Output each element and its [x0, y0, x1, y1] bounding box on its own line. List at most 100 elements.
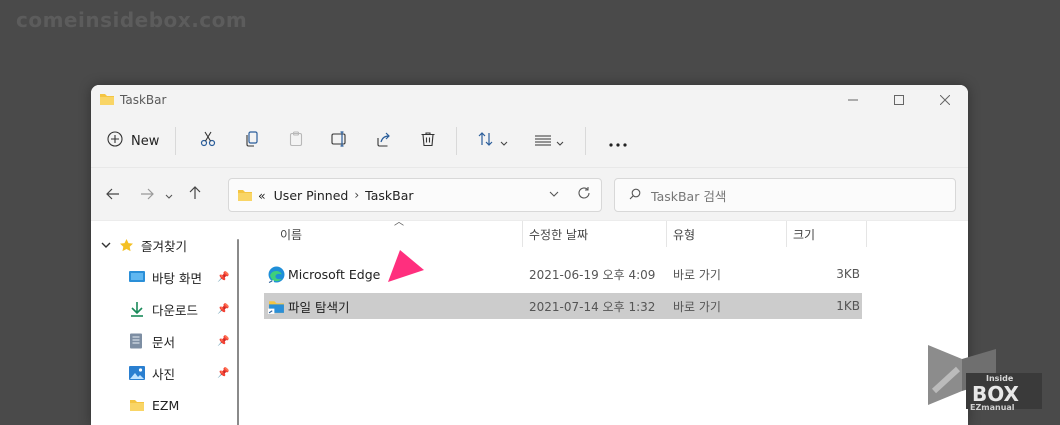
breadcrumb-user-pinned[interactable]: User Pinned [274, 188, 349, 203]
arrow-right-icon [140, 185, 154, 204]
more-icon [609, 132, 627, 151]
share-button[interactable] [368, 125, 400, 157]
file-name: Microsoft Edge [288, 266, 381, 282]
hidden-path-indicator[interactable]: « [258, 188, 266, 203]
up-button[interactable] [183, 182, 207, 206]
sidebar-item-label: 즐겨찾기 [141, 238, 188, 254]
folder-icon [99, 91, 115, 110]
delete-button[interactable] [412, 125, 444, 157]
pin-icon[interactable]: 📌 [217, 304, 229, 315]
file-type: 바로 가기 [673, 267, 721, 282]
navigation-pane: 즐겨찾기 바탕 화면 📌 다운로드 📌 문서 📌 사진 📌 EZM [91, 221, 241, 425]
logo-text-ezmanual: EZmanual [970, 403, 1015, 412]
address-bar[interactable]: « User Pinned › TaskBar [228, 178, 602, 212]
desktop-icon [129, 270, 145, 284]
window-title: TaskBar [120, 93, 167, 107]
column-divider[interactable] [666, 221, 667, 247]
search-icon [629, 188, 641, 203]
pin-icon[interactable]: 📌 [217, 272, 229, 283]
rename-button[interactable] [324, 125, 356, 157]
view-button[interactable] [529, 125, 569, 157]
chevron-down-icon [500, 132, 508, 151]
search-input[interactable]: TaskBar 검색 [651, 186, 726, 205]
chevron-down-icon [556, 132, 564, 151]
close-button[interactable] [922, 85, 968, 115]
column-header-modified[interactable]: 수정한 날짜 [529, 221, 588, 247]
column-header-size[interactable]: 크기 [793, 221, 815, 247]
sidebar-item-label: 바탕 화면 [152, 270, 202, 286]
sidebar-item-label: 다운로드 [152, 302, 199, 318]
new-button-label: New [131, 133, 160, 149]
column-divider[interactable] [866, 221, 867, 247]
back-button[interactable] [101, 182, 125, 206]
sidebar-item-label: EZM [152, 397, 180, 413]
pin-icon[interactable]: 📌 [217, 368, 229, 379]
table-row-selected[interactable]: 파일 탐색기 2021-07-14 오후 1:32 바로 가기 1KB [264, 293, 862, 319]
sidebar-scrollbar[interactable] [237, 239, 239, 425]
chevron-down-icon [165, 185, 173, 204]
download-icon [129, 301, 145, 317]
sort-ascending-icon: ︿ [394, 217, 404, 228]
navigation-bar: « User Pinned › TaskBar TaskBar 검색 [91, 168, 968, 221]
file-size: 1KB [836, 299, 860, 313]
forward-button[interactable] [135, 182, 159, 206]
refresh-icon[interactable] [577, 186, 591, 203]
breadcrumb-taskbar[interactable]: TaskBar [365, 188, 413, 203]
minimize-button[interactable] [830, 85, 876, 115]
folder-icon [129, 398, 145, 412]
table-row[interactable]: Microsoft Edge 2021-06-19 오후 4:09 바로 가기 … [264, 261, 862, 287]
explorer-body: 즐겨찾기 바탕 화면 📌 다운로드 📌 문서 📌 사진 📌 EZM ︿ 이름 수… [91, 217, 968, 425]
rename-icon [331, 131, 349, 151]
file-name: 파일 탐색기 [288, 299, 350, 315]
paste-icon [288, 131, 304, 151]
cut-button[interactable] [192, 125, 224, 157]
title-bar[interactable]: TaskBar [91, 85, 968, 115]
sidebar-item-label: 문서 [152, 334, 176, 350]
new-button[interactable]: New [107, 125, 159, 157]
column-header-type[interactable]: 유형 [673, 221, 695, 247]
toolbar-divider [456, 127, 458, 155]
star-icon [119, 238, 134, 253]
command-bar: New [91, 115, 968, 168]
pin-icon[interactable]: 📌 [217, 336, 229, 347]
plus-circle-icon [107, 131, 123, 151]
file-modified: 2021-06-19 오후 4:09 [529, 267, 656, 282]
chevron-down-icon[interactable] [101, 238, 111, 253]
view-icon [534, 132, 552, 151]
sidebar-item-ezm[interactable]: EZM [129, 393, 249, 417]
file-modified: 2021-07-14 오후 1:32 [529, 299, 656, 314]
toolbar-divider [175, 127, 177, 155]
sidebar-item-favorites[interactable]: 즐겨찾기 [101, 233, 187, 257]
copy-button[interactable] [236, 125, 268, 157]
file-explorer-window: TaskBar New « User Pinned › TaskBar Task… [91, 85, 968, 425]
edge-icon [268, 261, 285, 287]
delete-icon [420, 131, 436, 151]
toolbar-divider [585, 127, 587, 155]
sidebar-item-desktop[interactable]: 바탕 화면 📌 [129, 265, 249, 289]
site-watermark: comeinsidebox.com [16, 8, 248, 32]
file-size: 3KB [836, 267, 860, 281]
sidebar-item-documents[interactable]: 문서 📌 [129, 329, 249, 353]
cut-icon [200, 131, 216, 151]
recent-locations-button[interactable] [161, 182, 177, 206]
sidebar-item-pictures[interactable]: 사진 📌 [129, 361, 249, 385]
annotation-arrow-icon [388, 250, 428, 288]
maximize-button[interactable] [876, 85, 922, 115]
breadcrumb-separator-icon[interactable]: › [354, 188, 359, 202]
column-divider[interactable] [522, 221, 523, 247]
arrow-up-icon [189, 185, 201, 204]
sort-icon [478, 131, 496, 151]
column-divider[interactable] [786, 221, 787, 247]
sort-button[interactable] [473, 125, 513, 157]
share-icon [376, 131, 392, 151]
sidebar-item-downloads[interactable]: 다운로드 📌 [129, 297, 249, 321]
more-options-button[interactable] [602, 125, 634, 157]
file-list: ︿ 이름 수정한 날짜 유형 크기 Microsoft Edge 2021-06… [264, 217, 968, 425]
chevron-down-icon[interactable] [549, 187, 559, 202]
column-header-name[interactable]: 이름 [280, 221, 302, 247]
search-box[interactable]: TaskBar 검색 [614, 178, 956, 212]
insidebox-logo: Inside BOX EZmanual [926, 343, 1046, 413]
document-icon [129, 333, 143, 349]
paste-button[interactable] [280, 125, 312, 157]
file-type: 바로 가기 [673, 299, 721, 314]
